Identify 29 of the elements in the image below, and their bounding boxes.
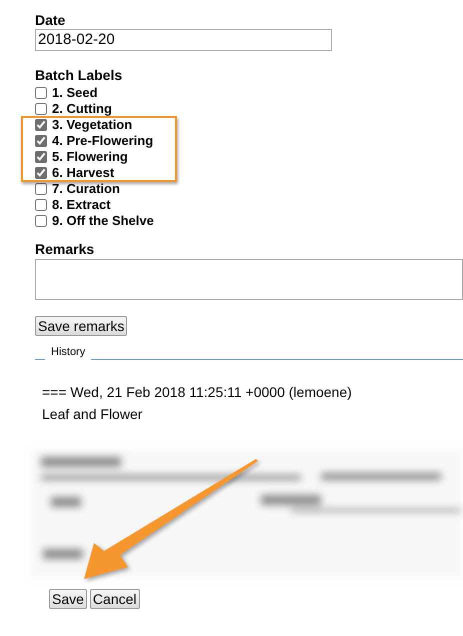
checkbox-label: 6. Harvest — [52, 167, 114, 179]
checkbox-label: 8. Extract — [52, 199, 111, 211]
checkbox[interactable] — [35, 215, 47, 227]
save-remarks-button[interactable]: Save remarks — [35, 316, 128, 336]
checkbox[interactable] — [35, 103, 47, 115]
checkbox-label: 1. Seed — [52, 87, 98, 99]
checkbox-label: 7. Curation — [52, 183, 120, 195]
checkbox-label: 5. Flowering — [52, 151, 128, 163]
history-entry: Leaf and Flower — [42, 405, 144, 424]
history-legend: History — [45, 346, 92, 358]
remarks-field[interactable] — [35, 259, 463, 300]
checkbox[interactable] — [35, 167, 47, 179]
batch-labels-heading: Batch Labels — [35, 67, 124, 83]
date-label: Date — [35, 12, 66, 28]
remarks-label: Remarks — [35, 241, 96, 257]
checkbox-label: 2. Cutting — [52, 103, 112, 115]
form-button[interactable]: Save — [49, 589, 87, 609]
checkbox[interactable] — [35, 199, 47, 211]
checkbox[interactable] — [35, 119, 47, 131]
checkbox[interactable] — [35, 135, 47, 147]
date-field[interactable]: 2018-02-20 — [35, 29, 332, 51]
checkbox[interactable] — [35, 151, 47, 163]
checkbox-label: 4. Pre-Flowering — [52, 135, 154, 147]
history-entry: === Wed, 21 Feb 2018 11:25:11 +0000 (lemoene) — [42, 383, 353, 402]
checkbox-label: 9. Off the Shelve — [52, 215, 154, 227]
checkbox[interactable] — [35, 183, 47, 195]
checkbox-label: 3. Vegetation — [52, 119, 132, 131]
form-button[interactable]: Cancel — [90, 589, 140, 609]
checkbox[interactable] — [35, 87, 47, 99]
